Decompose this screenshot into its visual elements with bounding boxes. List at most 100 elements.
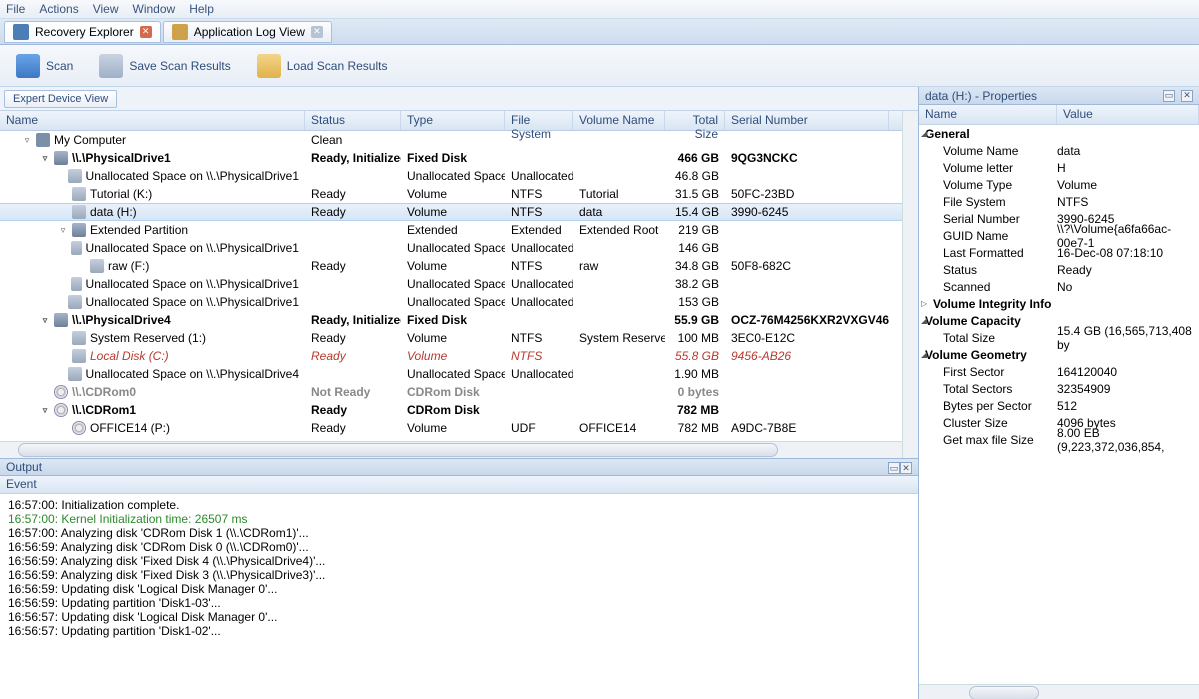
close-icon[interactable]: ✕	[1181, 90, 1193, 102]
log-icon	[172, 24, 188, 40]
tree-toggle-icon[interactable]: ▿	[58, 225, 68, 235]
part-icon	[71, 241, 82, 255]
col-status[interactable]: Status	[305, 111, 401, 130]
hdd-icon	[54, 313, 68, 327]
property-row[interactable]: Last Formatted16-Dec-08 07:18:10	[919, 244, 1199, 261]
properties-panel-header: data (H:) - Properties ▭✕	[919, 87, 1199, 105]
horizontal-scrollbar[interactable]	[919, 684, 1199, 699]
load-scan-button[interactable]: Load Scan Results	[249, 50, 396, 82]
table-row[interactable]: Unallocated Space on \\.\PhysicalDrive1U…	[0, 293, 902, 311]
close-icon[interactable]: ✕	[140, 26, 152, 38]
property-row[interactable]: First Sector164120040	[919, 363, 1199, 380]
log-line: 16:57:00: Kernel Initialization time: 26…	[8, 512, 910, 526]
part-icon	[72, 331, 86, 345]
log-line: 16:57:00: Analyzing disk 'CDRom Disk 1 (…	[8, 526, 910, 540]
tree-toggle-icon[interactable]: ▿	[40, 405, 50, 415]
tree-toggle-icon[interactable]: ▿	[22, 135, 32, 145]
menu-bar: File Actions View Window Help	[0, 0, 1199, 19]
part-icon	[90, 259, 104, 273]
log-line: 16:57:00: Initialization complete.	[8, 498, 910, 512]
property-row[interactable]: Total Size15.4 GB (16,565,713,408 by	[919, 329, 1199, 346]
table-row[interactable]: ▿\\.\PhysicalDrive1Ready, InitializedFix…	[0, 149, 902, 167]
folder-icon	[257, 54, 281, 78]
log-line: 16:56:59: Updating disk 'Logical Disk Ma…	[8, 582, 910, 596]
pin-icon[interactable]: ▭	[1163, 90, 1175, 102]
tab-application-log[interactable]: Application Log View ✕	[163, 21, 332, 43]
property-row[interactable]: Volume TypeVolume	[919, 176, 1199, 193]
horizontal-scrollbar[interactable]	[0, 441, 902, 458]
tree-toggle-icon[interactable]: ▿	[40, 153, 50, 163]
table-row[interactable]: Unallocated Space on \\.\PhysicalDrive1U…	[0, 275, 902, 293]
prop-col-name[interactable]: Name	[919, 105, 1057, 124]
cd-icon	[54, 403, 68, 417]
vertical-scrollbar[interactable]	[902, 111, 918, 458]
document-tabs: Recovery Explorer ✕ Application Log View…	[0, 19, 1199, 45]
hdd-icon	[54, 151, 68, 165]
table-row[interactable]: raw (F:)ReadyVolumeNTFSraw34.8 GB50F8-68…	[0, 257, 902, 275]
log-line: 16:56:59: Analyzing disk 'CDRom Disk 0 (…	[8, 540, 910, 554]
table-row[interactable]: ▿\\.\CDRom1ReadyCDRom Disk782 MB	[0, 401, 902, 419]
part-icon	[72, 187, 86, 201]
col-total-size[interactable]: Total Size	[665, 111, 725, 130]
properties-list[interactable]: GeneralVolume NamedataVolume letterHVolu…	[919, 125, 1199, 684]
output-log[interactable]: 16:57:00: Initialization complete.16:57:…	[0, 494, 918, 699]
close-icon[interactable]: ✕	[900, 462, 912, 474]
property-row[interactable]: Get max file Size8.00 EB (9,223,372,036,…	[919, 431, 1199, 448]
table-row[interactable]: ▿Extended PartitionExtendedExtendedExten…	[0, 221, 902, 239]
property-row[interactable]: Bytes per Sector512	[919, 397, 1199, 414]
tab-label: Application Log View	[194, 25, 305, 39]
property-row[interactable]: GUID Name\\?\Volume{a6fa66ac-00e7-1	[919, 227, 1199, 244]
col-name[interactable]: Name	[0, 111, 305, 130]
table-row[interactable]: Unallocated Space on \\.\PhysicalDrive1U…	[0, 239, 902, 257]
property-row[interactable]: ScannedNo	[919, 278, 1199, 295]
property-row[interactable]: Volume letterH	[919, 159, 1199, 176]
prop-col-value[interactable]: Value	[1057, 105, 1199, 124]
event-column-header[interactable]: Event	[0, 476, 918, 494]
menu-file[interactable]: File	[6, 2, 25, 16]
properties-header: Name Value	[919, 105, 1199, 125]
table-row[interactable]: data (H:)ReadyVolumeNTFSdata15.4 GB3990-…	[0, 203, 902, 221]
device-grid[interactable]: ▿My ComputerClean▿\\.\PhysicalDrive1Read…	[0, 131, 902, 441]
close-icon[interactable]: ✕	[311, 26, 323, 38]
tree-toggle-icon[interactable]: ▿	[40, 315, 50, 325]
table-row[interactable]: \\.\CDRom0Not ReadyCDRom Disk0 bytes	[0, 383, 902, 401]
save-scan-button[interactable]: Save Scan Results	[91, 50, 238, 82]
output-panel-header: Output ▭✕	[0, 458, 918, 476]
log-line: 16:56:59: Analyzing disk 'Fixed Disk 4 (…	[8, 554, 910, 568]
part-icon	[68, 367, 81, 381]
menu-view[interactable]: View	[93, 2, 119, 16]
device-grid-header: Name Status Type File System Volume Name…	[0, 111, 902, 131]
col-filesystem[interactable]: File System	[505, 111, 573, 130]
scan-button[interactable]: Scan	[8, 50, 81, 82]
view-switcher: Expert Device View	[0, 87, 918, 111]
property-category[interactable]: Volume Integrity Info	[919, 295, 1199, 312]
col-volume-name[interactable]: Volume Name	[573, 111, 665, 130]
property-row[interactable]: File SystemNTFS	[919, 193, 1199, 210]
property-category[interactable]: General	[919, 125, 1199, 142]
property-row[interactable]: StatusReady	[919, 261, 1199, 278]
expert-device-view-button[interactable]: Expert Device View	[4, 90, 117, 108]
menu-help[interactable]: Help	[189, 2, 214, 16]
table-row[interactable]: OFFICE14 (P:)ReadyVolumeUDFOFFICE14782 M…	[0, 419, 902, 437]
table-row[interactable]: ▿\\.\PhysicalDrive4Ready, InitializedFix…	[0, 311, 902, 329]
table-row[interactable]: Unallocated Space on \\.\PhysicalDrive1U…	[0, 167, 902, 185]
cd-icon	[72, 421, 86, 435]
table-row[interactable]: Local Disk (C:)ReadyVolumeNTFS55.8 GB945…	[0, 347, 902, 365]
recovery-explorer-icon	[13, 24, 29, 40]
menu-window[interactable]: Window	[133, 2, 176, 16]
table-row[interactable]: ▿My ComputerClean	[0, 131, 902, 149]
table-row[interactable]: Tutorial (K:)ReadyVolumeNTFSTutorial31.5…	[0, 185, 902, 203]
part-icon	[72, 205, 86, 219]
cd-icon	[54, 385, 68, 399]
table-row[interactable]: Unallocated Space on \\.\PhysicalDrive4U…	[0, 365, 902, 383]
part-icon	[68, 295, 81, 309]
col-serial[interactable]: Serial Number	[725, 111, 889, 130]
tab-label: Recovery Explorer	[35, 25, 134, 39]
table-row[interactable]: System Reserved (1:)ReadyVolumeNTFSSyste…	[0, 329, 902, 347]
menu-actions[interactable]: Actions	[39, 2, 78, 16]
tab-recovery-explorer[interactable]: Recovery Explorer ✕	[4, 21, 161, 43]
col-type[interactable]: Type	[401, 111, 505, 130]
property-row[interactable]: Volume Namedata	[919, 142, 1199, 159]
property-row[interactable]: Total Sectors32354909	[919, 380, 1199, 397]
pin-icon[interactable]: ▭	[888, 462, 900, 474]
